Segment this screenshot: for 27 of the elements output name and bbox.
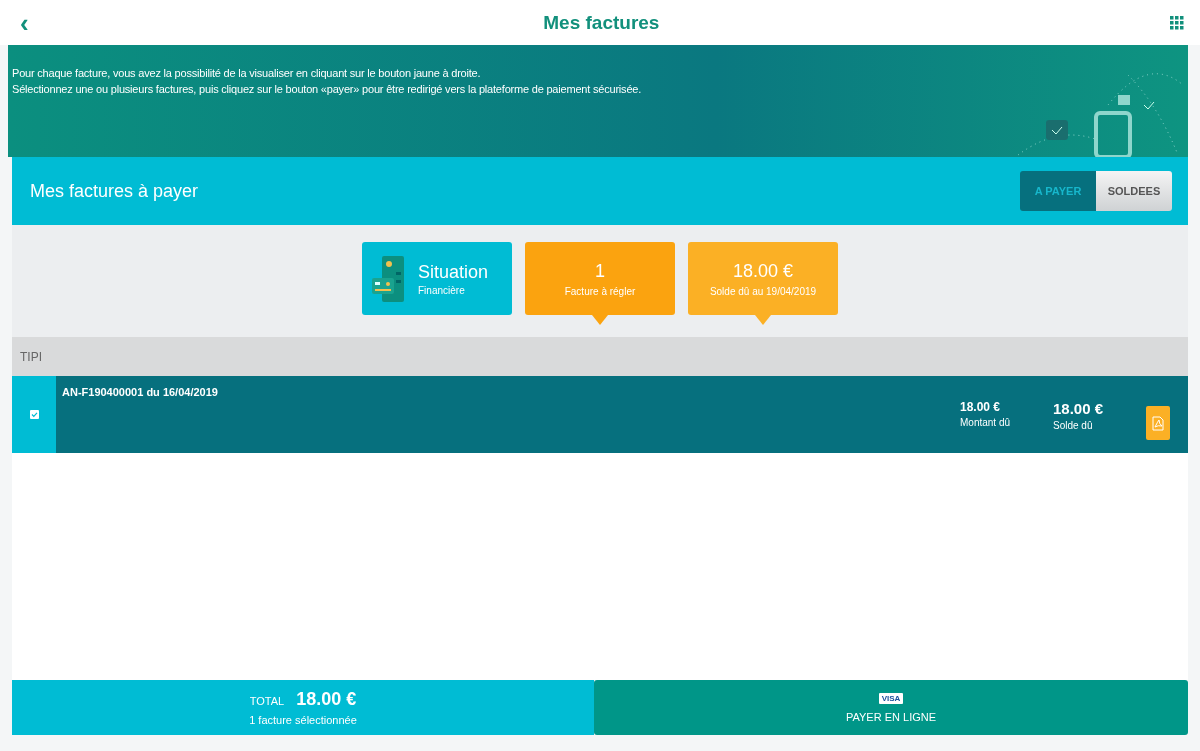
apps-grid-icon[interactable] xyxy=(1170,15,1184,30)
invoice-title: AN-F190400001 du 16/04/2019 xyxy=(62,386,218,400)
card-label: Financière xyxy=(418,284,466,296)
invoice-checkbox[interactable] xyxy=(29,410,39,419)
instructions-text: Pour chaque facture, vous avez la possibilité de la visualiser en cliquant sur le bouton jaune à droite. Sélectionnez une ou plusieurs factures, puis cliquez sur le bouton «payer» pour être redirigé vers la plateforme de paiement sécurisée. xyxy=(12,66,642,97)
card-value: Situation xyxy=(418,261,489,283)
card-label: Solde dû au 19/04/2019 xyxy=(709,285,817,297)
pdf-icon xyxy=(1152,415,1164,431)
selection-count: 1 facture sélectionnée xyxy=(249,714,357,726)
amount-value: 18.00 € xyxy=(960,400,1002,414)
total-value: 18.00 € xyxy=(296,689,357,710)
invoice-row[interactable]: AN-F190400001 du 16/04/2019 18.00 € Montant dû 18.00 € Solde dû xyxy=(12,376,1188,453)
card-value: 1 xyxy=(595,260,605,282)
card-value: 18.00 € xyxy=(732,260,794,282)
balance-value: 18.00 € xyxy=(1053,400,1105,417)
balance-label: Solde dû xyxy=(1053,420,1094,431)
card-label: Facture à régler xyxy=(564,285,636,297)
page-title: Mes factures xyxy=(543,11,660,34)
back-button[interactable]: ‹ xyxy=(16,9,33,36)
total-label: TOTAL xyxy=(249,695,285,707)
pdf-button[interactable] xyxy=(1146,406,1170,440)
group-header: TIPI xyxy=(12,337,1188,376)
amount-label: Montant dû xyxy=(960,417,1012,428)
section-title: Mes factures à payer xyxy=(30,180,199,202)
visa-badge: VISA xyxy=(878,692,904,704)
filter-tab[interactable]: SOLDEES xyxy=(1096,171,1172,211)
pay-online-button[interactable]: VISA PAYER EN LIGNE xyxy=(594,680,1188,735)
